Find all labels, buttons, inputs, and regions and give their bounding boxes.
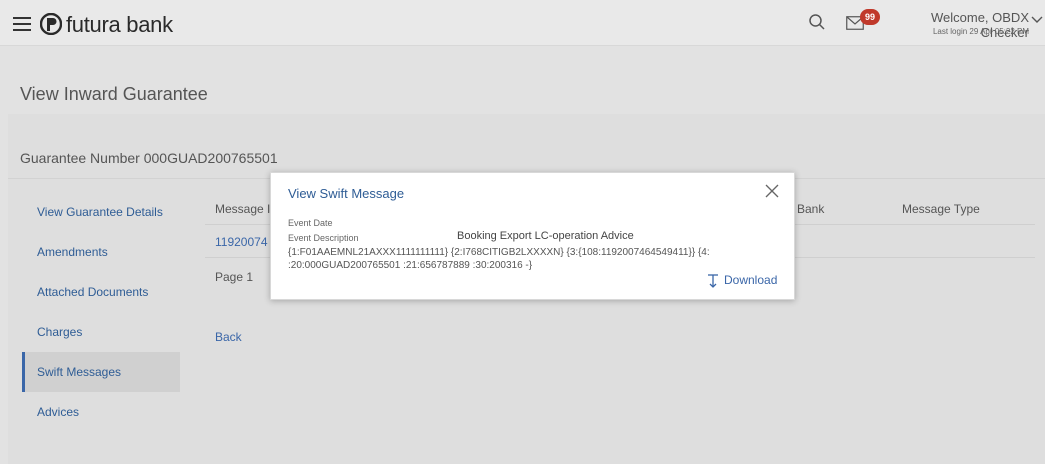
back-button[interactable]: Back: [215, 330, 242, 344]
sidebar-item-swift-messages[interactable]: Swift Messages: [22, 352, 180, 392]
sidebar: View Guarantee Details Amendments Attach…: [22, 192, 180, 432]
swift-message-text: {1:F01AAEMNL21AXXX1111111111} {2:I768CIT…: [288, 246, 783, 272]
last-login-text: Last login 29 Apr 05:22 PM: [932, 27, 1029, 36]
bank-logo-icon: [40, 13, 62, 35]
sidebar-item-advices[interactable]: Advices: [22, 392, 180, 432]
menu-icon[interactable]: [13, 17, 31, 31]
top-header: futura bank 99 Welcome, OBDX Checker Las…: [0, 0, 1045, 46]
modal-title: View Swift Message: [288, 186, 405, 201]
sidebar-item-attached-documents[interactable]: Attached Documents: [22, 272, 180, 312]
event-description-label: Event Description: [288, 233, 359, 243]
sidebar-item-view-guarantee-details[interactable]: View Guarantee Details: [22, 192, 180, 232]
download-label: Download: [724, 273, 778, 287]
notification-badge: 99: [860, 9, 880, 25]
page-indicator: Page 1: [215, 270, 254, 284]
chevron-down-icon[interactable]: [1031, 15, 1043, 25]
swift-message-line: {1:F01AAEMNL21AXXX1111111111} {2:I768CIT…: [288, 247, 710, 258]
swift-message-line: :20:000GUAD200765501 :21:656787889 :30:2…: [288, 260, 533, 271]
event-description-value: Booking Export LC-operation Advice: [457, 230, 634, 242]
table-header-bank: Bank: [797, 202, 825, 216]
message-reference-link[interactable]: 11920074: [215, 235, 268, 249]
download-icon: [708, 274, 718, 288]
table-header-message: Message I: [215, 202, 271, 216]
page-title: View Inward Guarantee: [20, 84, 208, 104]
sidebar-item-amendments[interactable]: Amendments: [22, 232, 180, 272]
search-icon[interactable]: [808, 13, 826, 31]
table-header-message-type: Message Type: [902, 202, 980, 216]
close-icon[interactable]: [764, 183, 780, 199]
brand-name: futura bank: [66, 12, 173, 37]
sidebar-item-charges[interactable]: Charges: [22, 312, 180, 352]
swift-message-modal: View Swift Message Event Date Event Desc…: [270, 172, 795, 300]
event-date-label: Event Date: [288, 218, 333, 228]
guarantee-number: Guarantee Number 000GUAD200765501: [20, 150, 278, 166]
